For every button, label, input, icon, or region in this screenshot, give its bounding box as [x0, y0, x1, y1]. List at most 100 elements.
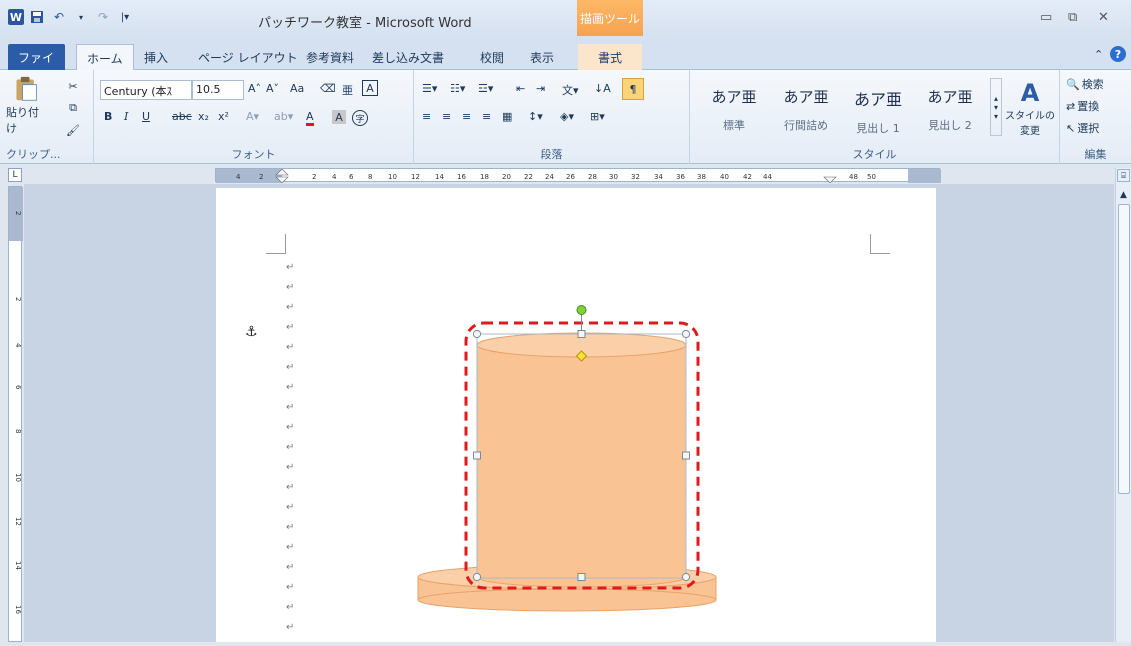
ruler-label: 2 — [259, 173, 263, 181]
style-normal[interactable]: あア亜 標準 — [698, 76, 770, 138]
asian-layout-icon[interactable]: 文▾ — [562, 82, 579, 98]
superscript-button[interactable]: x² — [218, 110, 229, 123]
close-button[interactable]: ✕ — [1098, 10, 1109, 25]
font-size-combo[interactable]: 10.5 — [192, 80, 244, 100]
ruler-label: 40 — [720, 173, 729, 181]
tab-references[interactable]: 参考資料 — [296, 44, 364, 70]
style-no-spacing[interactable]: あア亜 行間詰め — [770, 76, 842, 138]
grow-font-icon[interactable]: A˄ — [248, 82, 261, 95]
text-effects-icon[interactable]: A▾ — [246, 110, 259, 123]
ruler-label: 4 — [236, 173, 241, 181]
copy-icon[interactable]: ⧉ — [64, 100, 82, 116]
subscript-button[interactable]: x₂ — [198, 110, 209, 123]
ruler-label: 14 — [435, 173, 444, 181]
scroll-thumb[interactable] — [1118, 204, 1130, 494]
undo-dropdown-icon[interactable]: ▾ — [72, 8, 90, 26]
tab-review[interactable]: 校閲 — [470, 44, 514, 70]
enclose-char-icon[interactable]: 字 — [352, 110, 368, 126]
tab-insert[interactable]: 挿入 — [134, 44, 178, 70]
multilevel-list-icon[interactable]: ☲▾ — [478, 82, 493, 95]
numbering-icon[interactable]: ☷▾ — [450, 82, 465, 95]
paragraph-mark: ↵ — [286, 482, 295, 493]
bullets-icon[interactable]: ☰▾ — [422, 82, 437, 95]
restore-button[interactable]: ⧉ — [1068, 10, 1077, 25]
tab-file[interactable]: ファイル — [8, 44, 65, 82]
highlight-icon[interactable]: ab▾ — [274, 110, 293, 123]
shading-icon[interactable]: ◈▾ — [560, 110, 574, 123]
align-right-icon[interactable]: ≡ — [462, 110, 471, 123]
help-icon[interactable]: ? — [1110, 46, 1126, 62]
select-arrow-icon: ↖ — [1066, 121, 1076, 135]
vertical-ruler[interactable]: 2 2 4 6 8 10 12 14 16 — [8, 186, 23, 642]
vertical-ruler-label: 14 — [14, 561, 22, 570]
bold-button[interactable]: B — [104, 110, 112, 123]
tab-page-layout[interactable]: ページ レイアウト — [188, 44, 308, 70]
redo-icon[interactable]: ↷ — [94, 8, 112, 26]
minimize-ribbon-icon[interactable]: ⌃ — [1094, 48, 1103, 61]
horizontal-ruler[interactable]: 4 2 2 4 6 8 10 12 14 16 18 20 22 24 26 28 30 32 34 36 38 40 42… — [215, 168, 941, 183]
vertical-ruler-label: 2 — [14, 297, 22, 301]
paragraph-mark: ↵ — [286, 442, 295, 453]
change-styles-button[interactable]: A スタイルの 変更 — [1005, 74, 1055, 142]
font-group-label: フォント — [231, 148, 276, 161]
phonetic-guide-icon[interactable]: 亜 — [342, 82, 353, 98]
paste-label: 貼り付け — [6, 106, 39, 135]
ruler-toggle-icon[interactable]: ⌸ — [1117, 169, 1130, 182]
underline-button[interactable]: U — [142, 110, 150, 123]
borders-icon[interactable]: ⊞▾ — [590, 110, 605, 123]
window-title: パッチワーク教室 - Microsoft Word — [258, 16, 472, 31]
char-border-icon[interactable]: A — [362, 80, 378, 96]
styles-scroll-icon[interactable]: ▴ ▾ ▾ — [990, 78, 1002, 136]
find-button[interactable]: 🔍 検索 — [1066, 76, 1104, 92]
align-center-icon[interactable]: ≡ — [442, 110, 451, 123]
undo-icon[interactable]: ↶ — [50, 8, 68, 26]
anchor-icon[interactable]: ⚓ — [245, 324, 258, 340]
increase-indent-icon[interactable]: ⇥ — [536, 82, 545, 95]
paragraph-mark: ↵ — [286, 522, 295, 533]
vertical-ruler-label: 12 — [14, 517, 22, 526]
font-color-icon[interactable]: A — [306, 110, 314, 126]
select-button[interactable]: ↖ 選択 — [1066, 120, 1099, 136]
distributed-icon[interactable]: ▦ — [502, 110, 512, 123]
style-heading-1[interactable]: あア亜 見出し 1 — [842, 76, 914, 138]
scroll-up-icon[interactable]: ▲ — [1117, 188, 1130, 202]
save-icon[interactable] — [28, 8, 46, 26]
format-painter-icon[interactable]: 🖌 — [64, 122, 82, 138]
document-page[interactable] — [216, 188, 936, 642]
ruler-label: 48 — [849, 173, 858, 181]
strikethrough-button[interactable]: abc — [172, 110, 192, 123]
paragraph-group-label: 段落 — [540, 148, 563, 161]
ruler-label: 12 — [411, 173, 420, 181]
minimize-button[interactable]: ▭ — [1040, 10, 1052, 25]
tab-format[interactable]: 書式 — [578, 44, 642, 70]
justify-icon[interactable]: ≡ — [482, 110, 491, 123]
tab-mailings[interactable]: 差し込み文書 — [362, 44, 454, 70]
decrease-indent-icon[interactable]: ⇤ — [516, 82, 525, 95]
line-spacing-icon[interactable]: ↕▾ — [528, 110, 543, 123]
char-shading-icon[interactable]: A — [332, 110, 346, 124]
italic-button[interactable]: I — [124, 110, 128, 123]
style-name: 標準 — [723, 119, 745, 132]
paragraph-mark: ↵ — [286, 542, 295, 553]
show-marks-button[interactable]: ¶ — [622, 78, 644, 100]
customize-qat-icon[interactable]: |▾ — [116, 8, 134, 26]
word-app-icon[interactable]: W — [8, 9, 24, 25]
tab-view[interactable]: 表示 — [520, 44, 564, 70]
drawing-tools-context-label: 描画ツール — [577, 0, 643, 36]
font-name-combo[interactable]: Century (本ｽ — [100, 80, 192, 100]
tab-home[interactable]: ホーム — [76, 44, 134, 71]
vertical-scrollbar[interactable]: ⌸ ▲ — [1115, 168, 1131, 642]
tab-selector[interactable]: L — [8, 168, 22, 182]
cut-icon[interactable]: ✂ — [64, 78, 82, 94]
style-heading-2[interactable]: あア亜 見出し 2 — [914, 76, 986, 138]
shrink-font-icon[interactable]: A˅ — [266, 82, 279, 95]
replace-label: 置換 — [1077, 100, 1100, 113]
paragraph-mark: ↵ — [286, 422, 295, 433]
change-case-icon[interactable]: Aa — [290, 82, 304, 95]
paste-button[interactable]: 貼り付け — [6, 76, 46, 136]
clear-format-icon[interactable]: ⌫ — [320, 82, 336, 95]
align-left-icon[interactable]: ≡ — [422, 110, 431, 123]
font-group: Century (本ｽ 10.5 A˄ A˅ Aa ⌫ 亜 A B I U ab… — [94, 70, 414, 164]
sort-icon[interactable]: ↓A — [594, 82, 611, 95]
replace-button[interactable]: ⇄ 置換 — [1066, 98, 1099, 114]
